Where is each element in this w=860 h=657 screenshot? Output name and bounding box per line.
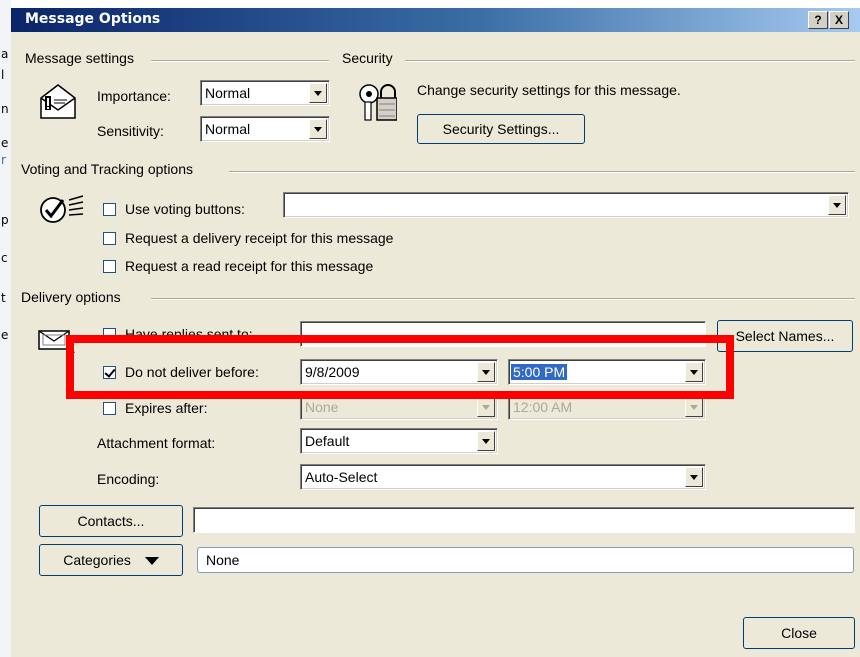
sensitivity-label: Sensitivity:	[97, 123, 164, 139]
select-names-label: Select Names...	[735, 328, 835, 344]
expires-date-value: None	[305, 399, 339, 415]
help-button[interactable]: ?	[808, 11, 828, 29]
attachment-format-select[interactable]: Default	[300, 428, 498, 454]
use-voting-checkbox[interactable]	[103, 203, 116, 216]
voting-check-icon	[40, 195, 84, 223]
sensitivity-value: Normal	[205, 121, 251, 137]
group-separator	[151, 298, 855, 300]
contacts-button[interactable]: Contacts...	[39, 505, 183, 537]
categories-label: Categories	[63, 552, 131, 568]
categories-value: None	[206, 552, 240, 568]
chevron-down-icon[interactable]	[685, 467, 703, 487]
importance-value: Normal	[205, 85, 251, 101]
title-bar[interactable]: Message Options ? X	[11, 8, 860, 32]
delivery-title: Delivery options	[21, 289, 125, 305]
strip-letter: n	[1, 102, 9, 116]
security-settings-label: Security Settings...	[442, 121, 560, 137]
message-settings-title: Message settings	[25, 50, 138, 66]
chevron-down-icon[interactable]	[477, 397, 495, 417]
window-close-button[interactable]: X	[829, 11, 849, 29]
strip-letter: c	[1, 251, 8, 265]
read-receipt-checkbox[interactable]	[103, 260, 116, 273]
close-button[interactable]: Close	[743, 617, 855, 649]
categories-input[interactable]: None	[197, 547, 854, 573]
group-separator	[151, 60, 329, 62]
importance-select[interactable]: Normal	[200, 80, 330, 106]
delivery-receipt-checkbox[interactable]	[103, 232, 116, 245]
encoding-value: Auto-Select	[305, 469, 378, 485]
security-title: Security	[342, 50, 397, 66]
sensitivity-select[interactable]: Normal	[200, 116, 330, 142]
contacts-input[interactable]	[193, 507, 855, 533]
strip-letter: e	[1, 136, 9, 150]
chevron-down-icon	[144, 557, 159, 566]
strip-letter: r	[1, 153, 6, 167]
security-settings-button[interactable]: Security Settings...	[417, 114, 585, 144]
security-description: Change security settings for this messag…	[417, 82, 681, 98]
voting-title: Voting and Tracking options	[21, 161, 198, 177]
strip-letter: a	[1, 47, 9, 61]
delivery-receipt-label: Request a delivery receipt for this mess…	[125, 230, 394, 246]
highlight-annotation	[66, 335, 734, 399]
attachment-format-value: Default	[305, 433, 350, 449]
chevron-down-icon[interactable]	[309, 119, 327, 139]
strip-letter: p	[1, 213, 9, 227]
voting-buttons-select[interactable]	[283, 192, 849, 218]
contacts-label: Contacts...	[77, 513, 145, 529]
chevron-down-icon[interactable]	[477, 431, 495, 451]
expires-time-value: 12:00 AM	[513, 399, 573, 415]
background-window-strip: a l n e r p c t e	[0, 0, 11, 657]
importance-label: Importance:	[97, 88, 171, 104]
expires-label: Expires after:	[125, 400, 208, 416]
chevron-down-icon[interactable]	[828, 195, 846, 215]
strip-letter: t	[1, 291, 6, 305]
encoding-select[interactable]: Auto-Select	[300, 464, 706, 490]
encoding-label: Encoding:	[97, 471, 160, 487]
expires-checkbox[interactable]	[103, 402, 116, 415]
strip-letter: l	[1, 68, 5, 82]
group-separator	[229, 171, 855, 173]
security-lock-icon	[359, 84, 397, 121]
strip-letter: e	[1, 328, 9, 342]
attachment-format-label: Attachment format:	[97, 435, 216, 451]
close-label: Close	[781, 625, 817, 641]
read-receipt-label: Request a read receipt for this message	[125, 258, 374, 274]
envelope-importance-icon	[40, 84, 76, 119]
use-voting-label: Use voting buttons:	[125, 201, 245, 217]
chevron-down-icon[interactable]	[309, 83, 327, 103]
select-names-button[interactable]: Select Names...	[717, 320, 853, 352]
window-title: Message Options	[25, 11, 161, 27]
group-separator	[405, 60, 855, 62]
categories-button[interactable]: Categories	[39, 544, 183, 576]
chevron-down-icon[interactable]	[685, 397, 703, 417]
